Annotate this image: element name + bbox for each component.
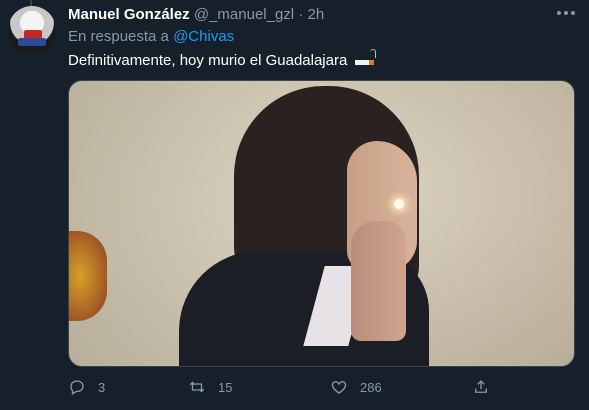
retweet-button[interactable]: 15	[188, 376, 232, 398]
reply-icon	[70, 380, 84, 395]
tweet-timestamp[interactable]: 2h	[308, 6, 325, 23]
reply-count: 3	[98, 379, 106, 395]
tweet-text-content: Definitivamente, hoy murio el Guadalajar…	[68, 52, 348, 69]
header-separator: ·	[298, 6, 304, 23]
more-dots-icon	[557, 11, 561, 15]
retweet-icon	[189, 381, 205, 393]
tweet-header: Manuel González @_manuel_gzl · 2h	[68, 5, 589, 25]
media-cigarette-glow	[394, 199, 404, 209]
media-person-hand	[351, 221, 406, 341]
reply-context: En respuesta a @Chivas	[68, 27, 234, 47]
media-left-object	[69, 231, 107, 321]
avatar[interactable]	[8, 6, 56, 54]
share-button[interactable]	[472, 376, 502, 398]
avatar-shape-blue	[18, 38, 46, 46]
reply-button[interactable]: 3	[68, 376, 105, 398]
share-icon	[475, 380, 487, 393]
tweet-actions: 3 15 286	[68, 376, 573, 398]
smoking-cigarette-emoji-icon	[355, 49, 377, 66]
like-count: 286	[360, 379, 382, 395]
more-options-button[interactable]	[557, 8, 575, 18]
heart-icon	[331, 381, 347, 394]
reply-prefix: En respuesta a	[68, 28, 169, 45]
author-name[interactable]: Manuel González	[68, 6, 190, 23]
author-handle[interactable]: @_manuel_gzl	[194, 6, 294, 23]
reply-mention-link[interactable]: @Chivas	[173, 28, 234, 45]
like-button[interactable]: 286	[330, 376, 382, 398]
retweet-count: 15	[218, 379, 233, 395]
tweet-text: Definitivamente, hoy murio el Guadalajar…	[68, 49, 377, 71]
tweet-media-image[interactable]	[68, 80, 575, 367]
